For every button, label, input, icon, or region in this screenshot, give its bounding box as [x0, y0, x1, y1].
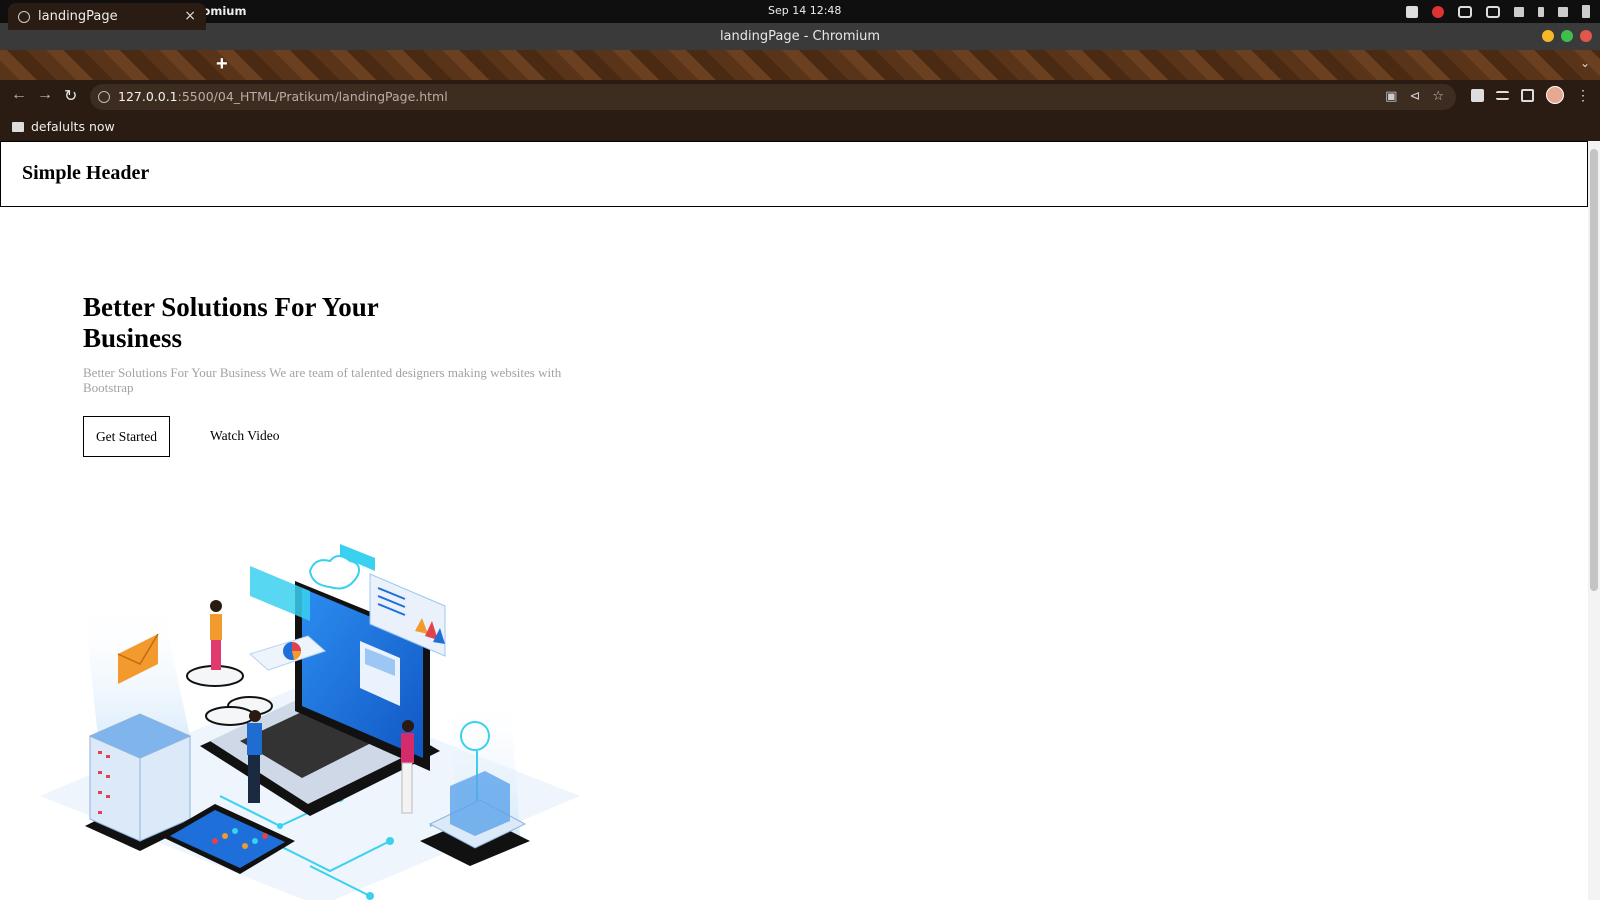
- wifi-icon[interactable]: [1514, 6, 1524, 17]
- hero-title: Better Solutions For Your Business: [83, 292, 379, 353]
- forward-arrow-icon[interactable]: →: [37, 86, 53, 104]
- translate-icon[interactable]: ▣: [1385, 84, 1397, 110]
- share-icon[interactable]: ⊲: [1409, 84, 1420, 110]
- get-started-button[interactable]: Get Started: [83, 416, 170, 457]
- back-arrow-icon[interactable]: ←: [11, 86, 27, 104]
- bookmark-star-icon[interactable]: ☆: [1432, 84, 1444, 110]
- url-path: :5500/04_HTML/Pratikum/landingPage.html: [177, 89, 448, 104]
- close-window-button[interactable]: [1580, 30, 1592, 42]
- bluetooth-icon[interactable]: [1538, 6, 1544, 17]
- page-header: Simple Header: [0, 141, 1588, 207]
- globe-icon: [18, 10, 30, 23]
- screen-record-icon[interactable]: [1432, 5, 1444, 18]
- system-clock[interactable]: Sep 14 12:48: [768, 4, 841, 17]
- tab-landingpage[interactable]: landingPage ×: [8, 3, 206, 30]
- reading-list-icon[interactable]: [1496, 90, 1509, 100]
- hero-description: Better Solutions For Your Business We ar…: [83, 365, 562, 395]
- profile-avatar[interactable]: [1546, 86, 1564, 104]
- tab-strip: [0, 50, 1600, 80]
- drive-icon[interactable]: [1486, 5, 1500, 18]
- extensions-icon[interactable]: [1471, 88, 1484, 102]
- side-panel-icon[interactable]: [1521, 88, 1534, 102]
- tab-search-icon[interactable]: ⌄: [1580, 56, 1590, 70]
- url-host: 127.0.0.1: [118, 89, 178, 104]
- os-top-bar: Peramban Web Chromium Sep 14 12:48: [0, 0, 1600, 23]
- watch-video-link[interactable]: Watch Video: [210, 417, 279, 455]
- scrollbar-thumb[interactable]: [1590, 149, 1598, 591]
- omnibox-actions: ▣ ⊲ ☆: [1385, 84, 1444, 110]
- window-controls: [1542, 30, 1592, 42]
- tab-title: landingPage: [38, 9, 118, 24]
- more-menu-icon[interactable]: ⋮: [1576, 87, 1590, 104]
- window-title: landingPage - Chromium: [0, 23, 1600, 50]
- close-tab-icon[interactable]: ×: [184, 8, 196, 24]
- folder-icon: [12, 122, 24, 132]
- page-viewport: Simple Header Better Solutions For Your …: [0, 141, 1600, 900]
- bookmark-folder-defaults[interactable]: defalults now: [31, 119, 115, 134]
- minimize-button[interactable]: [1542, 30, 1554, 42]
- hero-section: Better Solutions For Your Business Bette…: [83, 292, 603, 395]
- battery-icon[interactable]: [1582, 5, 1590, 18]
- address-bar[interactable]: 127.0.0.1:5500/04_HTML/Pratikum/landingP…: [90, 84, 1456, 110]
- notes-icon[interactable]: [1406, 5, 1418, 18]
- volume-icon[interactable]: [1558, 6, 1568, 17]
- discord-icon[interactable]: [1458, 5, 1472, 18]
- toolbar-right: ⋮: [1471, 86, 1590, 104]
- maximize-button[interactable]: [1561, 30, 1573, 42]
- bookmarks-bar: defalults now: [0, 114, 1600, 141]
- site-info-icon[interactable]: [98, 91, 110, 103]
- header-title: Simple Header: [22, 162, 150, 184]
- new-tab-button[interactable]: +: [216, 53, 228, 75]
- system-tray: [1406, 3, 1590, 20]
- hero-illustration: [40, 544, 580, 900]
- reload-icon[interactable]: ↻: [64, 86, 77, 106]
